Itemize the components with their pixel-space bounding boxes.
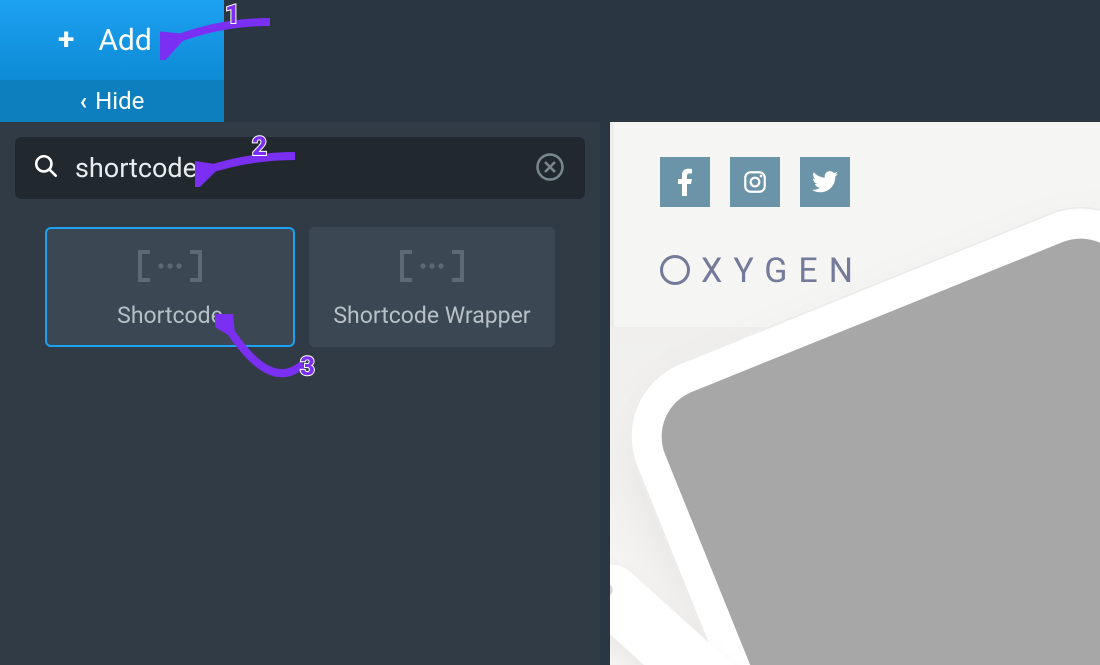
hide-button-label: Hide	[95, 87, 144, 115]
annotation-number-2: 2	[252, 132, 267, 162]
preview-canvas: XYGEN	[610, 122, 1100, 665]
clear-search-button[interactable]	[535, 152, 567, 184]
search-icon	[33, 153, 59, 183]
brand-text: XYGEN	[701, 251, 864, 291]
element-card-shortcode-wrapper[interactable]: Shortcode Wrapper	[309, 227, 555, 347]
hide-button[interactable]: ‹ Hide	[0, 80, 224, 122]
annotation-arrow-2	[195, 142, 305, 187]
brand-o-icon	[660, 255, 690, 285]
annotation-number-1: 1	[225, 0, 240, 30]
annotation-number-3: 3	[300, 352, 315, 382]
search-input[interactable]	[75, 152, 535, 184]
facebook-icon	[675, 168, 695, 196]
shortcode-icon	[134, 246, 206, 290]
plus-icon: +	[58, 25, 74, 55]
element-card-label: Shortcode Wrapper	[333, 302, 530, 329]
element-card-label: Shortcode	[117, 302, 223, 329]
chevron-left-icon: ‹	[80, 87, 88, 115]
instagram-icon	[742, 169, 768, 195]
shortcode-icon	[396, 246, 468, 290]
social-row	[660, 157, 1100, 207]
add-button-label: Add	[98, 23, 151, 58]
social-instagram[interactable]	[730, 157, 780, 207]
preview-hero-image	[610, 327, 1100, 665]
twitter-icon	[812, 171, 838, 193]
social-facebook[interactable]	[660, 157, 710, 207]
social-twitter[interactable]	[800, 157, 850, 207]
annotation-arrow-1	[160, 10, 280, 60]
